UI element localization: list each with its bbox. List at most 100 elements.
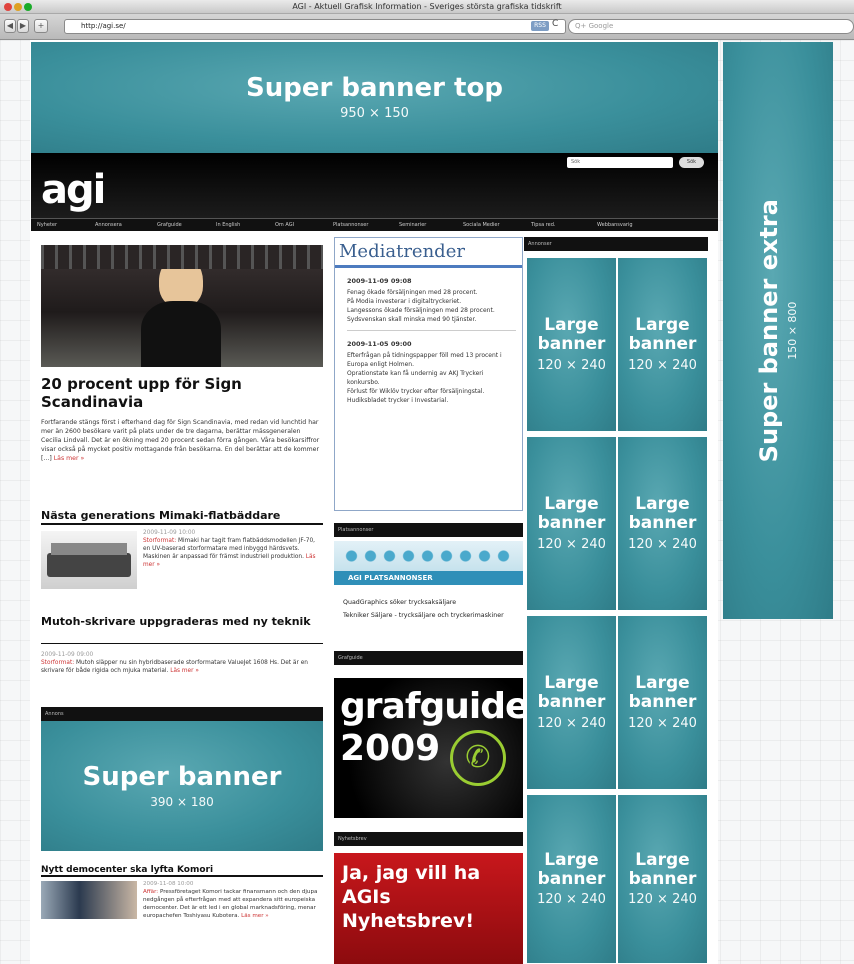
mediatrender-item[interactable]: Efterfrågan på tidningspapper föll med 1… [347,351,516,369]
mediatrender-item[interactable]: Sydsvenskan skall minska med 90 tjänster… [347,315,516,324]
large-banner-ad[interactable]: Large banner 120 × 240 [527,258,616,431]
article-category: Storformat: [41,660,75,666]
ad-title: Super banner top [246,72,503,103]
mediatrender-date: 2009-11-09 09:08 [347,277,412,285]
article-title[interactable]: Mutoh-skrivare uppgraderas med ny teknik [41,615,323,628]
nav-item[interactable]: Sociala Medier [463,219,500,231]
site-search-button[interactable]: Sök [679,157,704,168]
minimize-window-icon[interactable] [14,3,22,11]
ad-size: 120 × 240 [537,357,606,373]
photo-shelf [41,245,323,269]
address-bar[interactable]: http://agi.se/ [64,19,566,34]
annons-label: Annons [41,707,323,721]
ad-size: 120 × 240 [628,892,697,908]
article-date: 2009-11-08 10:00 [143,881,194,887]
grafguide-banner[interactable]: grafguide 2009 ✆ [334,678,529,818]
grafguide-word: grafguide [340,686,529,727]
mediatrender-item[interactable]: Fenag ökade försäljningen med 28 procent… [347,288,516,297]
nav-item[interactable]: In English [216,219,240,231]
mediatrender-item[interactable]: Langessons ökade försäljningen med 28 pr… [347,306,516,315]
browser-search-input[interactable]: Q+ Google [568,19,854,34]
article-title[interactable]: Nästa generations Mimaki-flatbäddare [41,509,323,525]
reload-icon[interactable]: C [552,19,558,29]
ad-title-line: Large [635,849,690,870]
mediatrender-item[interactable]: Oprationstate kan få undernig av AKJ Try… [347,369,516,387]
article-date: 2009-11-09 09:00 [41,652,94,658]
ad-size: 150 × 800 [786,301,800,360]
printer-shape [47,553,131,577]
mediatrender-item[interactable]: På Modia investerar i digitaltryckeriet. [347,297,516,306]
large-banner-ad[interactable]: Large banner 120 × 240 [618,258,707,431]
site-search-input[interactable]: Sök [567,157,673,168]
ad-title-line: banner [628,334,697,354]
add-bookmark-icon[interactable]: + [34,19,48,33]
main-article-photo[interactable] [41,245,323,367]
platsannonser-label: Platsannonser [334,523,523,537]
nav-item[interactable]: Grafguide [157,219,182,231]
mediatrender-title[interactable]: Mediatrender [335,238,522,268]
ad-title: Large banner [538,495,606,532]
super-banner-top-ad[interactable]: Super banner top 950 × 150 [31,42,718,153]
ad-rotated-content: Super banner extra 150 × 800 [755,199,800,462]
platsannonser-list: QuadGraphics söker trycksaksäljare Tekni… [343,598,521,620]
back-icon[interactable]: ◀ [4,19,16,33]
ad-title: Large banner [629,495,697,532]
ad-title-line: banner [537,692,606,712]
nav-item[interactable]: Annonsera [95,219,122,231]
article-photo[interactable] [41,531,137,589]
printer-top-shape [51,543,127,555]
article-summary: 2009-11-08 10:00 Affär: Pressföretaget Ko… [143,880,323,920]
ad-title: Large banner [538,674,606,711]
plats-link[interactable]: QuadGraphics söker trycksaksäljare [343,598,521,607]
article-title[interactable]: Nytt democenter ska lyfta Komori [41,865,323,877]
ad-size: 950 × 150 [340,106,409,122]
large-banner-ad[interactable]: Large banner 120 × 240 [618,795,707,963]
read-more-link[interactable]: Läs mer » [241,913,269,919]
ad-title: Large banner [538,850,606,888]
ad-size: 120 × 240 [628,715,697,731]
large-banner-ad[interactable]: Large banner 120 × 240 [618,616,707,789]
photo-person-body [141,301,221,367]
nyhetsbrev-banner[interactable]: Ja, jag vill ha AGIs Nyhetsbrev! [334,853,523,964]
site-nav: Nyheter Annonsera Grafguide In English O… [31,219,718,231]
nav-item[interactable]: Platsannonser [333,219,368,231]
annonser-label: Annonser [524,237,708,251]
nav-item[interactable]: Webbansvarig [597,219,633,231]
ad-title: Large banner [629,674,697,711]
ad-size: 120 × 240 [537,536,606,552]
super-banner-ad[interactable]: Super banner 390 × 180 [41,721,323,851]
ad-title-line: Large [544,494,599,515]
rss-button[interactable]: RSS [531,21,549,31]
divider [347,330,516,331]
large-banner-ad[interactable]: Large banner 120 × 240 [527,616,616,789]
ad-title: Large banner [629,316,697,353]
platsannonser-banner[interactable]: AGI PLATSANNONSER [334,541,523,585]
main-read-more-link[interactable]: Läs mer » [54,455,85,462]
main-article-title[interactable]: 20 procent upp för Sign Scandinavia [41,375,311,411]
super-banner-extra-ad[interactable]: Super banner extra 150 × 800 [723,42,833,619]
large-banner-ad[interactable]: Large banner 120 × 240 [527,795,616,963]
ad-title-line: Large [635,315,690,336]
ad-title-line: banner [628,868,697,889]
agi-logo[interactable]: agi [41,167,106,213]
close-window-icon[interactable] [4,3,12,11]
nav-item[interactable]: Nyheter [37,219,57,231]
large-banner-ad[interactable]: Large banner 120 × 240 [618,437,707,610]
main-article-body: Fortfarande stängs först i efterhand dag… [41,418,321,463]
ad-title-line: banner [628,692,697,712]
nav-item[interactable]: Seminarier [399,219,426,231]
zoom-window-icon[interactable] [24,3,32,11]
read-more-link[interactable]: Läs mer » [170,668,199,674]
ad-size: 120 × 240 [537,715,606,731]
large-banner-ad[interactable]: Large banner 120 × 240 [527,437,616,610]
forward-icon[interactable]: ▶ [17,19,29,33]
plats-link[interactable]: Tekniker Säljare - trycksäljare och tryc… [343,611,521,620]
nyhetsbrev-text: Ja, jag vill ha AGIs Nyhetsbrev! [342,862,481,932]
ad-title: Large banner [538,316,606,353]
ad-size: 120 × 240 [628,357,697,373]
nav-item[interactable]: Tipsa red. [531,219,556,231]
nav-item[interactable]: Om AGI [275,219,294,231]
mediatrender-item[interactable]: Förlust för Wiklöv trycker efter försälj… [347,387,516,396]
mediatrender-item[interactable]: Hudiksbladet trycker i Investarial. [347,396,516,405]
article-photo[interactable] [41,881,137,919]
